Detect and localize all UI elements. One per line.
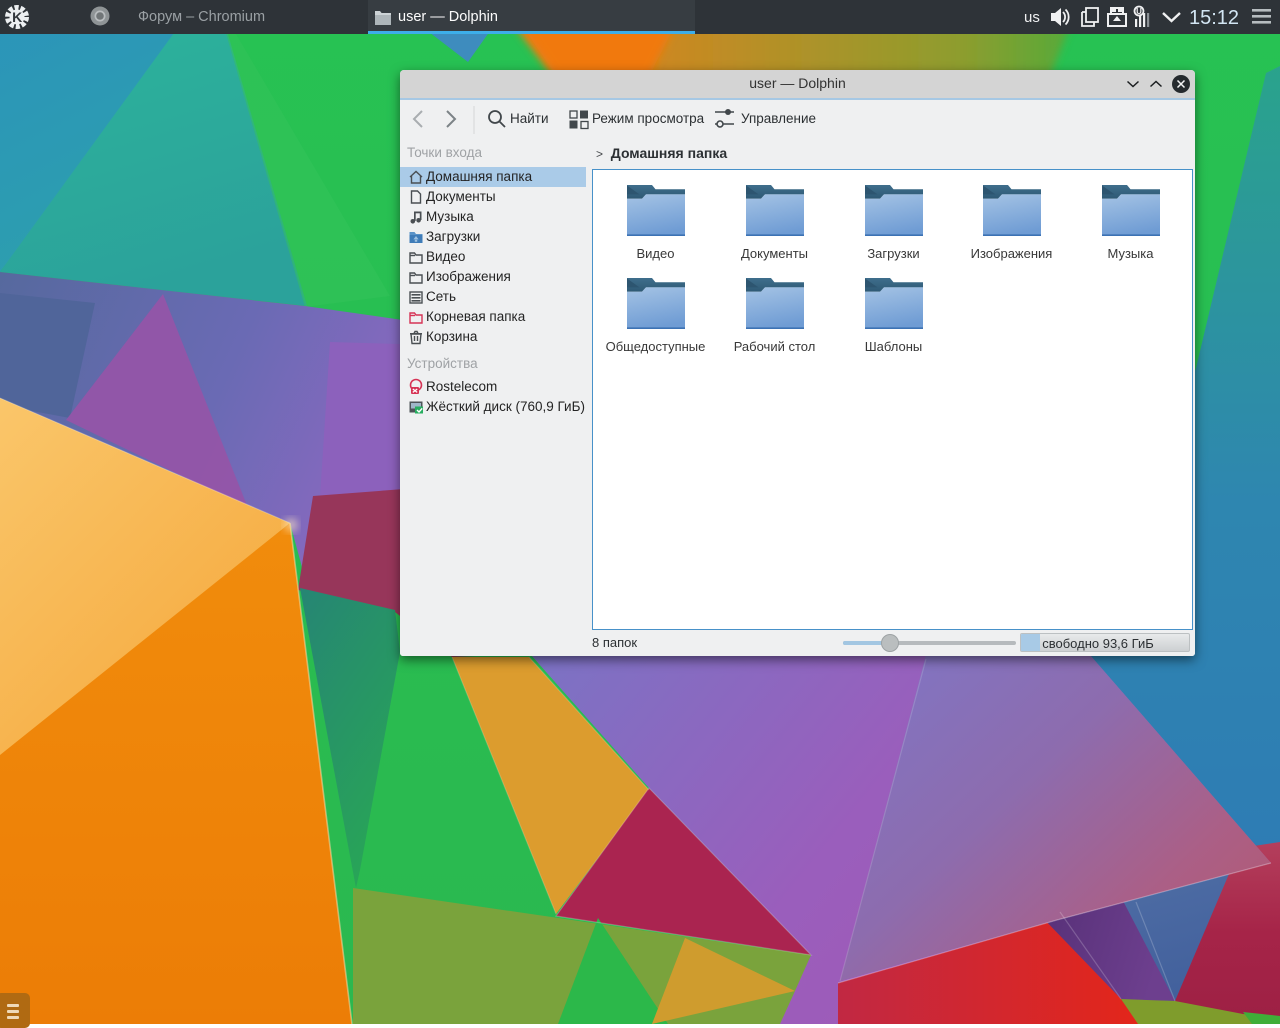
svg-text:U: U <box>1136 7 1142 16</box>
svg-text:K: K <box>12 9 22 25</box>
svg-text:Форум – Chromium: Форум – Chromium <box>138 9 265 25</box>
svg-text:Найти: Найти <box>510 111 549 126</box>
svg-text:15:12: 15:12 <box>1189 7 1239 29</box>
svg-text:Режим просмотра: Режим просмотра <box>592 111 705 126</box>
svg-text:Управление: Управление <box>741 111 816 126</box>
svg-text:us: us <box>1024 9 1040 26</box>
svg-text:user — Dolphin: user — Dolphin <box>398 9 498 25</box>
